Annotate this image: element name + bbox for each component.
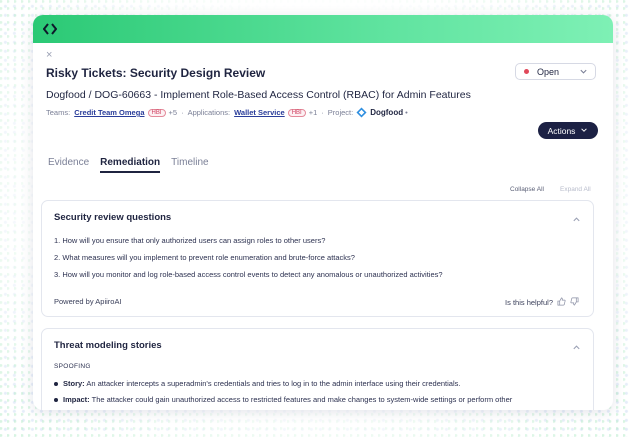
- helpful-label: Is this helpful?: [505, 298, 553, 307]
- app-more-count[interactable]: +1: [309, 108, 318, 117]
- team-more-count[interactable]: +5: [169, 108, 178, 117]
- project-label: Project:: [327, 108, 354, 117]
- collapse-all-button[interactable]: Collapse All: [510, 186, 544, 193]
- review-question: 1. How will you ensure that only authori…: [54, 236, 326, 245]
- threat-category: SPOOFING: [54, 363, 91, 370]
- diamond-project-icon: [356, 107, 367, 118]
- page-title: Risky Tickets: Security Design Review: [46, 66, 266, 80]
- threat-modeling-card: Threat modeling stories SPOOFING Story: …: [41, 328, 594, 410]
- meta-separator: ·: [181, 108, 184, 117]
- thumbs-down-icon[interactable]: [570, 297, 579, 308]
- application-link[interactable]: Wallet Service: [234, 108, 285, 117]
- story-text: An attacker intercepts a superadmin's cr…: [84, 379, 461, 388]
- team-hbi-badge: HBI: [147, 108, 166, 117]
- review-question: 3. How will you monitor and log role-bas…: [54, 270, 443, 279]
- powered-by: Powered by ApiiroAI: [54, 297, 122, 306]
- teams-label: Teams:: [46, 108, 71, 117]
- project-name[interactable]: Dogfood: [370, 108, 403, 117]
- team-link[interactable]: Credit Team Omega: [74, 108, 144, 117]
- actions-label: Actions: [547, 125, 576, 136]
- security-review-card: Security review questions 1. How will yo…: [41, 200, 594, 317]
- actions-button[interactable]: Actions: [538, 122, 598, 139]
- project-suffix: •: [405, 108, 408, 117]
- top-bar: [33, 15, 613, 43]
- story-label: Impact:: [63, 395, 90, 404]
- story-text: The attacker could gain unauthorized acc…: [89, 395, 513, 404]
- tab-timeline[interactable]: Timeline: [171, 157, 208, 173]
- applications-label: Applications:: [187, 108, 231, 117]
- bullet: [54, 382, 58, 387]
- tab-evidence[interactable]: Evidence: [48, 157, 89, 173]
- card-title: Threat modeling stories: [54, 340, 162, 351]
- status-dropdown[interactable]: Open: [515, 63, 596, 80]
- story-item: Story: An attacker intercepts a superadm…: [54, 379, 579, 388]
- story-label: Story:: [63, 379, 85, 388]
- ticket-meta: Teams: Credit Team Omega HBI +5 · Applic…: [46, 107, 408, 118]
- ticket-panel: × Risky Tickets: Security Design Review …: [33, 15, 613, 410]
- review-question: 2. What measures will you implement to p…: [54, 253, 355, 262]
- chevron-down-icon: [579, 67, 588, 78]
- chevron-up-icon[interactable]: [572, 339, 581, 357]
- status-label: Open: [537, 66, 560, 77]
- story-item: Impact: The attacker could gain unauthor…: [54, 395, 579, 404]
- expand-all-button[interactable]: Expand All: [560, 186, 591, 193]
- card-title: Security review questions: [54, 212, 172, 223]
- meta-separator: ·: [321, 108, 324, 117]
- tab-remediation[interactable]: Remediation: [100, 157, 161, 173]
- status-dot: [524, 69, 529, 74]
- close-icon[interactable]: ×: [46, 49, 52, 61]
- thumbs-up-icon[interactable]: [557, 297, 566, 308]
- code-brackets-icon[interactable]: [41, 20, 59, 38]
- ticket-subtitle: Dogfood / DOG-60663 - Implement Role-Bas…: [46, 89, 471, 101]
- bullet: [54, 398, 58, 403]
- chevron-down-icon: [580, 126, 588, 136]
- app-hbi-badge: HBI: [287, 108, 306, 117]
- tab-bar: Evidence Remediation Timeline: [48, 157, 209, 173]
- chevron-up-icon[interactable]: [572, 211, 581, 229]
- feedback: Is this helpful?: [505, 297, 579, 308]
